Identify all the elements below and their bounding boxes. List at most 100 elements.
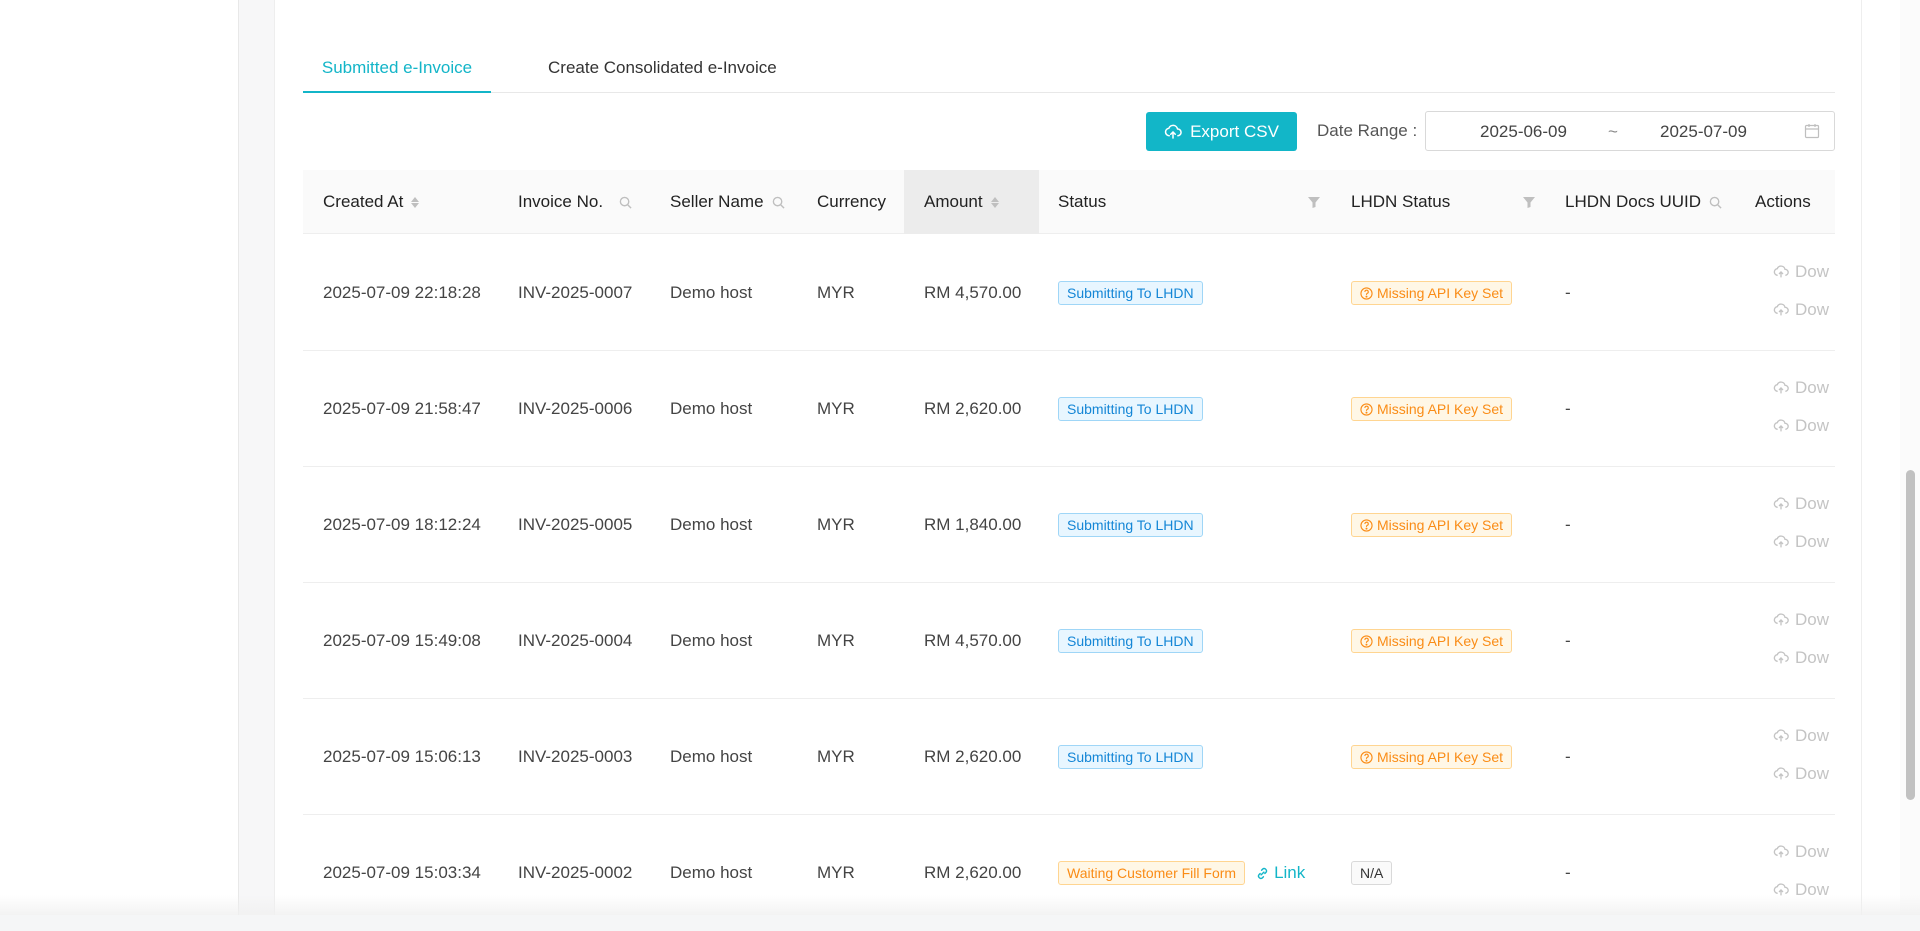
lhdn-status-badge: Missing API Key Set [1351,745,1513,769]
cell-created-at: 2025-07-09 18:12:24 [323,515,481,534]
download-action-1[interactable]: Dow [1773,494,1829,514]
table-row: 2025-07-09 21:58:47 INV-2025-0006 Demo h… [303,351,1835,467]
search-icon[interactable] [1709,196,1722,209]
cell-amount: RM 2,620.00 [924,399,1022,418]
status-badge: Submitting To LHDN [1058,745,1203,769]
cloud-download-icon [1773,419,1789,432]
link-icon [1257,867,1268,879]
question-circle-icon [1360,634,1373,648]
date-start-input[interactable]: 2025-06-09 [1480,122,1567,142]
tab-submitted-e-invoice[interactable]: Submitted e-Invoice [303,44,491,93]
column-status-label: Status [1058,192,1107,211]
date-end-input[interactable]: 2025-07-09 [1660,122,1747,142]
lhdn-status-text: Missing API Key Set [1377,517,1504,533]
download-action-label: Dow [1795,648,1830,667]
cell-invoice-no: INV-2025-0007 [518,283,633,302]
question-circle-icon [1360,518,1373,532]
download-action-1[interactable]: Dow [1773,842,1829,862]
search-icon[interactable] [619,196,632,209]
cell-created-at: 2025-07-09 15:49:08 [323,631,481,650]
column-seller-name-label: Seller Name [670,192,764,211]
cloud-download-icon [1773,651,1789,664]
column-actions: Actions [1755,170,1811,234]
download-action-label: Dow [1795,764,1830,783]
status-badge: Waiting Customer Fill Form [1058,861,1246,885]
download-action-2[interactable]: Dow [1773,648,1829,668]
status-badge: Submitting To LHDN [1058,281,1203,305]
download-action-2[interactable]: Dow [1773,416,1829,436]
download-action-1[interactable]: Dow [1773,610,1829,630]
column-created-at[interactable]: Created At [323,170,420,234]
lhdn-status-text: Missing API Key Set [1377,749,1504,765]
scrollbar-thumb[interactable] [1906,470,1915,800]
status-badge: Submitting To LHDN [1058,629,1203,653]
cell-uuid: - [1565,283,1571,302]
download-action-label: Dow [1795,610,1830,629]
export-csv-label: Export CSV [1190,121,1279,141]
status-badge: Submitting To LHDN [1058,513,1203,537]
filter-icon[interactable] [1307,195,1321,209]
column-created-at-label: Created At [323,192,404,211]
column-currency-label: Currency [817,192,886,211]
cell-currency: MYR [817,747,855,766]
download-action-1[interactable]: Dow [1773,726,1829,746]
cell-seller-name: Demo host [670,747,753,766]
cell-seller-name: Demo host [670,515,753,534]
column-invoice-no-label: Invoice No. [518,192,604,211]
form-link[interactable]: Link [1255,863,1305,883]
export-csv-button[interactable]: Export CSV [1146,112,1297,151]
download-action-2[interactable]: Dow [1773,764,1829,784]
cell-currency: MYR [817,631,855,650]
cell-uuid: - [1565,399,1571,418]
table-row: 2025-07-09 18:12:24 INV-2025-0005 Demo h… [303,467,1835,583]
column-amount[interactable]: Amount [904,170,1039,234]
column-lhdn-docs-uuid-label: LHDN Docs UUID [1565,192,1702,211]
cloud-download-icon [1773,767,1789,780]
cell-seller-name: Demo host [670,399,753,418]
tab-create-consolidated-e-invoice[interactable]: Create Consolidated e-Invoice [548,44,777,93]
cloud-download-icon [1773,381,1789,394]
filter-icon[interactable] [1522,195,1536,209]
cell-invoice-no: INV-2025-0006 [518,399,633,418]
sort-icon[interactable] [411,196,420,208]
date-range-picker[interactable]: 2025-06-09 ~ 2025-07-09 [1425,111,1835,151]
date-separator: ~ [1608,122,1618,141]
content-gutter [239,0,274,915]
lhdn-status-text: Missing API Key Set [1377,285,1504,301]
cell-created-at: 2025-07-09 22:18:28 [323,283,481,302]
lhdn-status-badge: Missing API Key Set [1351,629,1513,653]
download-action-label: Dow [1795,842,1830,861]
cell-uuid: - [1565,631,1571,650]
table-row: 2025-07-09 15:49:08 INV-2025-0004 Demo h… [303,583,1835,699]
download-action-1[interactable]: Dow [1773,378,1829,398]
sort-icon[interactable] [990,196,999,208]
download-action-label: Dow [1795,378,1830,397]
cell-seller-name: Demo host [670,631,753,650]
cell-currency: MYR [817,283,855,302]
cell-uuid: - [1565,515,1571,534]
search-icon[interactable] [772,196,785,209]
column-actions-label: Actions [1755,192,1811,211]
column-seller-name: Seller Name [670,170,785,234]
question-circle-icon [1360,286,1373,300]
form-link-label: Link [1274,863,1306,882]
cloud-download-icon [1773,535,1789,548]
lhdn-status-badge: Missing API Key Set [1351,397,1513,421]
cell-amount: RM 4,570.00 [924,631,1022,650]
bottom-shadow [0,895,1920,915]
table-header: Created At Invoice No. Seller Name Curre… [303,170,1835,234]
column-invoice-no: Invoice No. [518,170,632,234]
download-action-2[interactable]: Dow [1773,532,1829,552]
date-range-label: Date Range : [1317,121,1418,140]
lhdn-status-text: Missing API Key Set [1377,633,1504,649]
status-badge: Submitting To LHDN [1058,397,1203,421]
download-action-2[interactable]: Dow [1773,300,1829,320]
column-amount-label: Amount [924,192,983,211]
question-circle-icon [1360,402,1373,416]
download-action-1[interactable]: Dow [1773,262,1829,282]
lhdn-status-badge: Missing API Key Set [1351,513,1513,537]
table-row: 2025-07-09 22:18:28 INV-2025-0007 Demo h… [303,235,1835,351]
column-currency: Currency [817,170,886,234]
cell-currency: MYR [817,515,855,534]
cell-amount: RM 4,570.00 [924,283,1022,302]
